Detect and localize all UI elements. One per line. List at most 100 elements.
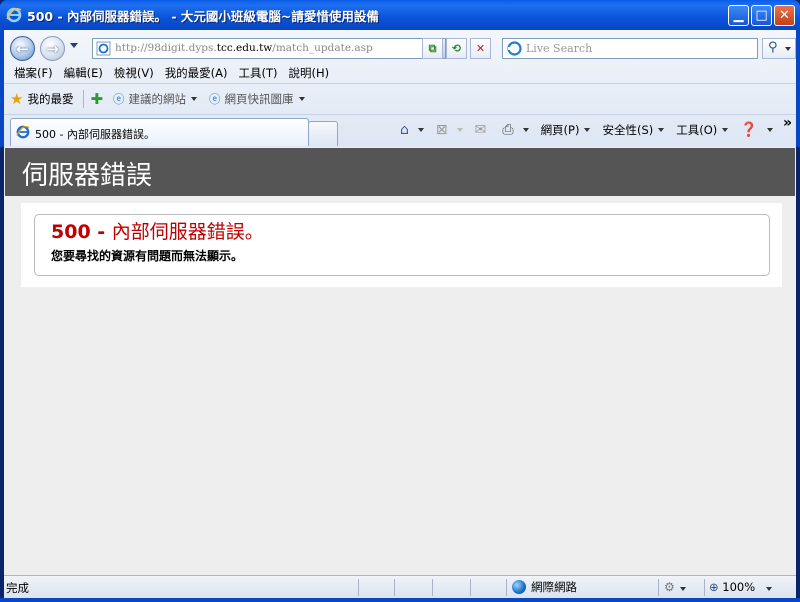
search-options-icon [785, 47, 791, 51]
error-description: 您要尋找的資源有問題而無法顯示。 [51, 249, 244, 263]
ie-logo-icon [6, 7, 22, 23]
globe-icon [512, 580, 526, 594]
zoom-level: 100% [722, 580, 756, 594]
title-bar[interactable]: 500 - 內部伺服器錯誤。 - 大元國小班級電腦~請愛惜使用設備 ▁ □ ✕ [0, 0, 800, 30]
window-title: 500 - 內部伺服器錯誤。 - 大元國小班級電腦~請愛惜使用設備 [27, 8, 379, 24]
security-zone[interactable]: 網際網路 [512, 579, 577, 595]
help-icon: ❓ [740, 122, 758, 138]
chevron-down-icon [456, 128, 463, 132]
recent-pages-dropdown[interactable] [70, 43, 78, 48]
chevron-down-icon [191, 97, 198, 101]
page-content: 伺服器錯誤 500 - 內部伺服器錯誤。 您要尋找的資源有問題而無法顯示。 [4, 147, 796, 575]
favorites-bar: ★ 我的最愛 ✚ ⓔ 建議的網站 ⓔ 網頁快訊圖庫 [4, 86, 796, 112]
bing-logo-icon [507, 41, 522, 56]
status-divider [506, 579, 507, 596]
add-favorite-star-icon: ✚ [90, 89, 104, 108]
refresh-icon: ⟲ [451, 42, 462, 55]
suggested-sites-button[interactable]: ⓔ 建議的網站 [113, 91, 198, 107]
back-button[interactable]: ← [10, 36, 35, 61]
mail-icon: ✉ [474, 122, 487, 138]
minimize-button[interactable]: ▁ [728, 5, 749, 26]
status-divider [358, 579, 359, 596]
printer-icon: ⎙ [502, 122, 514, 138]
refresh-button[interactable]: ⟲ [446, 38, 467, 59]
close-icon: ✕ [779, 8, 790, 23]
feeds-button[interactable]: ⊠ [436, 122, 463, 138]
stop-icon: ✕ [475, 42, 486, 55]
menu-file[interactable]: 檔案(F) [14, 65, 53, 81]
error-fieldset: 500 - 內部伺服器錯誤。 您要尋找的資源有問題而無法顯示。 [34, 214, 770, 276]
command-bar-overflow[interactable]: » [783, 115, 792, 131]
search-icon: ⚲ [768, 40, 778, 55]
help-button[interactable]: ❓ [740, 122, 773, 138]
zoom-icon: ⊕ [709, 580, 719, 594]
safety-menu-label: 安全性(S) [602, 123, 654, 137]
close-button[interactable]: ✕ [774, 5, 795, 26]
favorites-button[interactable]: ★ 我的最愛 [10, 91, 73, 107]
search-placeholder: Live Search [526, 42, 593, 55]
stop-button[interactable]: ✕ [470, 38, 491, 59]
new-tab-button[interactable] [308, 121, 338, 146]
home-icon: ⌂ [400, 122, 409, 138]
window-bottom-border [0, 598, 800, 602]
menu-view[interactable]: 檢視(V) [114, 65, 154, 81]
browser-chrome: ← → http://98digit.dyps.tcc.edu.tw/match… [0, 30, 800, 147]
chevron-down-icon [417, 128, 424, 132]
chevron-down-icon [766, 587, 772, 591]
status-divider [658, 579, 659, 596]
menu-tools[interactable]: 工具(T) [239, 65, 278, 81]
status-text: 完成 [6, 581, 29, 595]
zoom-control[interactable]: ⊕ 100% [709, 580, 755, 594]
back-arrow-icon: ← [16, 39, 29, 58]
tab-active[interactable]: 500 - 內部伺服器錯誤。 [10, 118, 309, 146]
error-message: 內部伺服器錯誤。 [111, 221, 264, 243]
page-menu-label: 網頁(P) [540, 123, 580, 137]
status-divider [432, 579, 433, 596]
page-title: 伺服器錯誤 [22, 161, 153, 191]
add-to-favorites-bar-button[interactable]: ✚ [90, 89, 107, 108]
favorites-separator [83, 90, 85, 108]
star-icon: ★ [10, 89, 24, 108]
home-button[interactable]: ⌂ [400, 122, 424, 138]
url-prefix: http://98digit.dyps. [115, 42, 217, 54]
menu-favorites[interactable]: 我的最愛(A) [165, 65, 228, 81]
chevron-down-icon [298, 97, 305, 101]
status-divider [704, 579, 705, 596]
chevron-down-icon [680, 587, 686, 591]
web-slice-gallery-button[interactable]: ⓔ 網頁快訊圖庫 [209, 91, 305, 107]
url-text[interactable]: http://98digit.dyps.tcc.edu.tw/match_upd… [115, 42, 373, 54]
chevron-down-icon [584, 128, 591, 132]
compatibility-view-button[interactable]: ⧉ [422, 38, 443, 59]
maximize-button[interactable]: □ [751, 5, 772, 26]
status-divider [470, 579, 471, 596]
error-header: 伺服器錯誤 [5, 148, 795, 196]
compatibility-icon: ⧉ [428, 41, 437, 55]
chevron-down-icon [522, 128, 529, 132]
url-domain: tcc.edu.tw [216, 42, 273, 54]
zone-label: 網際網路 [531, 580, 577, 594]
search-button[interactable]: ⚲ [762, 38, 796, 59]
favorites-label: 我的最愛 [27, 92, 74, 106]
minimize-icon: ▁ [733, 8, 744, 23]
menu-help[interactable]: 說明(H) [289, 65, 330, 81]
status-divider [394, 579, 395, 596]
ie-page-icon: ⓔ [209, 92, 221, 106]
web-slice-gallery-label: 網頁快訊圖庫 [224, 92, 294, 106]
ie-page-icon: ⓔ [113, 92, 125, 106]
forward-button[interactable]: → [40, 36, 65, 61]
address-row: ← → http://98digit.dyps.tcc.edu.tw/match… [8, 34, 800, 62]
error-panel: 500 - 內部伺服器錯誤。 您要尋找的資源有問題而無法顯示。 [21, 203, 782, 287]
forward-arrow-icon: → [46, 39, 59, 58]
chevron-down-icon [722, 128, 729, 132]
status-bar: 完成 網際網路 ⚙ ⊕ 100% [4, 575, 796, 598]
search-box[interactable]: Live Search [502, 38, 758, 59]
print-button[interactable]: ⎙ [502, 122, 529, 138]
protected-mode-icon[interactable]: ⚙ [664, 580, 675, 594]
menu-edit[interactable]: 編輯(E) [64, 65, 103, 81]
command-bar: ⌂ ⊠ ✉ ⎙ 網頁(P) 安全性(S) 工具(O) ❓ [400, 119, 785, 141]
safety-menu-button[interactable]: 安全性(S) [602, 122, 665, 138]
address-bar[interactable]: http://98digit.dyps.tcc.edu.tw/match_upd… [92, 38, 446, 59]
read-mail-button[interactable]: ✉ [475, 122, 491, 138]
tools-menu-button[interactable]: 工具(O) [676, 122, 729, 138]
page-menu-button[interactable]: 網頁(P) [541, 122, 591, 138]
